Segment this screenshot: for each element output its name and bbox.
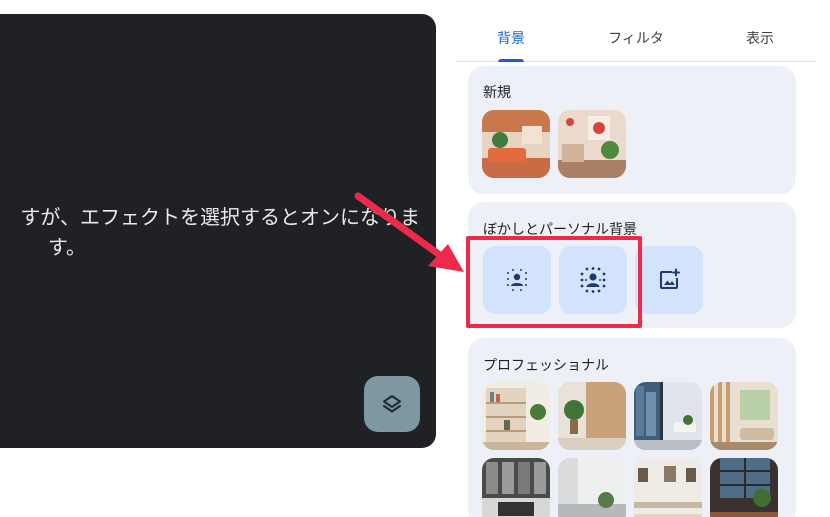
active-tab-indicator [498,59,524,62]
background-thumbnail[interactable] [482,458,550,517]
section-new-title: 新規 [483,85,511,101]
tab-appearance[interactable]: 表示 [740,28,780,48]
section-professional-title: プロフェッショナル [483,358,609,374]
arrow-annotation [354,192,464,272]
layers-button[interactable] [364,376,420,432]
section-professional: プロフェッショナル [468,338,796,517]
layers-icon [383,395,401,413]
background-thumbnail[interactable] [558,458,626,517]
tab-filter[interactable]: フィルタ [602,28,670,48]
tab-bar: 背景 フィルタ 表示 [456,0,816,62]
background-thumbnail[interactable] [558,382,626,450]
background-thumbnail[interactable] [482,110,550,178]
add-background-button[interactable] [635,246,703,314]
add-image-icon [660,268,680,289]
background-thumbnail[interactable] [710,458,778,517]
background-thumbnail[interactable] [482,382,550,450]
background-thumbnail[interactable] [710,382,778,450]
background-thumbnail[interactable] [634,382,702,450]
tab-background[interactable]: 背景 [492,28,530,48]
section-new: 新規 [468,66,796,194]
background-thumbnail[interactable] [634,458,702,517]
background-thumbnail[interactable] [558,110,626,178]
highlight-box [466,236,642,328]
